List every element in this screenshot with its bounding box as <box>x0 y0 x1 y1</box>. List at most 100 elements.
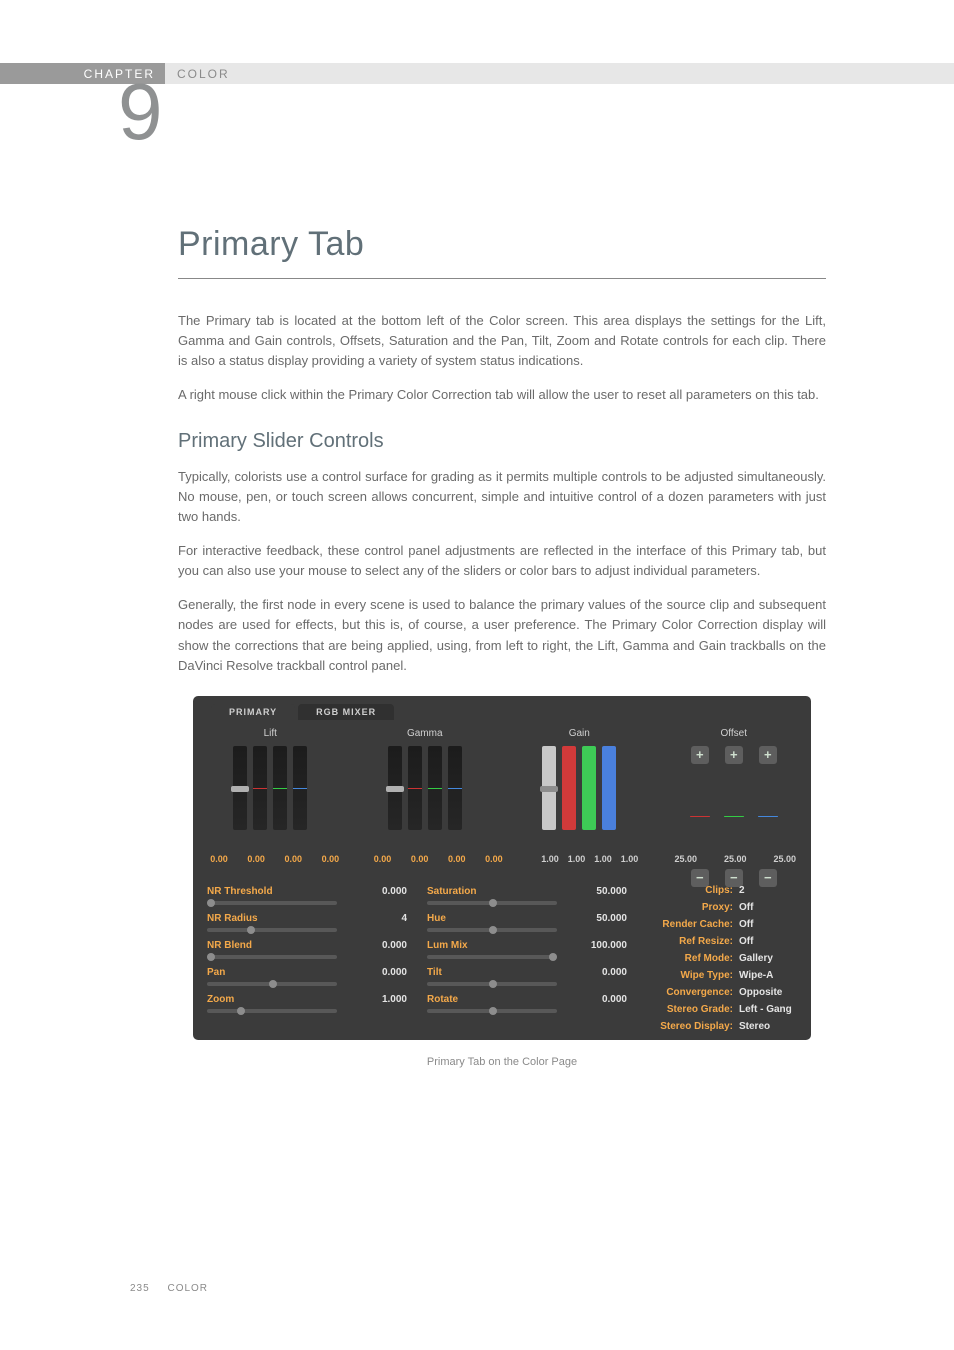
offset-g-plus[interactable]: + <box>725 746 743 764</box>
lift-slider-r[interactable] <box>253 746 267 830</box>
status-label: Clips: <box>705 882 733 899</box>
gain-v1: 1.00 <box>568 854 586 864</box>
gain-slider-g[interactable] <box>582 746 596 830</box>
offset-values: 25.00 25.00 25.00 <box>660 854 812 864</box>
nr-blend-slider[interactable] <box>207 955 337 959</box>
value-row: 0.00 0.00 0.00 0.00 0.00 0.00 0.00 0.00 … <box>193 854 811 864</box>
param-label: Lum Mix <box>427 940 517 951</box>
saturation-slider[interactable] <box>427 901 557 905</box>
zoom-slider[interactable] <box>207 1009 337 1013</box>
status-label: Ref Mode: <box>685 950 733 967</box>
gain-v0: 1.00 <box>541 854 559 864</box>
status-panel: Clips: 2 Proxy: Off Render Cache: Off Ref R… <box>621 882 793 1035</box>
offset-r-plus[interactable]: + <box>691 746 709 764</box>
offset-v1: 25.00 <box>724 854 747 864</box>
param-value: 0.000 <box>359 940 407 951</box>
body-paragraph: Generally, the first node in every scene… <box>178 595 826 676</box>
pan-slider[interactable] <box>207 982 337 986</box>
status-value: 2 <box>739 882 793 899</box>
param-label: Pan <box>207 967 297 978</box>
gain-v2: 1.00 <box>594 854 612 864</box>
gain-slider-y[interactable] <box>542 746 556 830</box>
gamma-v1: 0.00 <box>411 854 429 864</box>
param-value: 0.000 <box>359 967 407 978</box>
status-value: Stereo <box>739 1018 793 1035</box>
status-value: Off <box>739 899 793 916</box>
lift-v3: 0.00 <box>322 854 340 864</box>
status-label: Render Cache: <box>662 916 733 933</box>
primary-tab-screenshot: PRIMARY RGB MIXER Lift Gamma Gain Offset <box>193 696 811 1040</box>
lift-slider-g[interactable] <box>273 746 287 830</box>
param-value: 0.000 <box>579 967 627 978</box>
offset-v2: 25.00 <box>773 854 796 864</box>
status-value: Off <box>739 933 793 950</box>
col-header-gain: Gain <box>502 728 657 739</box>
chapter-number: 9 <box>118 72 163 152</box>
gain-slider-b[interactable] <box>602 746 616 830</box>
page-number: 235 <box>130 1283 150 1294</box>
offset-g-line <box>724 816 744 817</box>
param-label: NR Radius <box>207 913 297 924</box>
lift-v0: 0.00 <box>210 854 228 864</box>
nr-threshold-slider[interactable] <box>207 901 337 905</box>
tab-primary[interactable]: PRIMARY <box>211 704 295 720</box>
status-value: Gallery <box>739 950 793 967</box>
page-title: Primary Tab <box>178 225 826 279</box>
parameter-sliders: NR Threshold 0.000 Saturation 50.000 NR Ra… <box>207 882 637 1017</box>
nr-radius-slider[interactable] <box>207 928 337 932</box>
lum-mix-slider[interactable] <box>427 955 557 959</box>
param-label: NR Blend <box>207 940 297 951</box>
lift-slider-b[interactable] <box>293 746 307 830</box>
gain-sliders <box>502 746 657 856</box>
gain-values: 1.00 1.00 1.00 1.00 <box>520 854 660 864</box>
body-paragraph: Typically, colorists use a control surfa… <box>178 467 826 527</box>
gamma-slider-b[interactable] <box>448 746 462 830</box>
gamma-slider-r[interactable] <box>408 746 422 830</box>
status-label: Proxy: <box>702 899 733 916</box>
figure-caption: Primary Tab on the Color Page <box>178 1056 826 1068</box>
param-label: NR Threshold <box>207 886 297 897</box>
tab-rgb-mixer[interactable]: RGB MIXER <box>298 704 394 720</box>
body-paragraph: The Primary tab is located at the bottom… <box>178 311 826 371</box>
offset-b-plus[interactable]: + <box>759 746 777 764</box>
section-name: COLOR <box>177 67 230 81</box>
col-header-lift: Lift <box>193 728 348 739</box>
vertical-slider-row: + − + − + − <box>193 746 811 856</box>
col-header-offset: Offset <box>657 728 812 739</box>
gamma-v0: 0.00 <box>374 854 392 864</box>
lift-values: 0.00 0.00 0.00 0.00 <box>193 854 357 864</box>
lift-slider-y[interactable] <box>233 746 247 830</box>
status-label: Wipe Type: <box>680 967 733 984</box>
status-value: Opposite <box>739 984 793 1001</box>
param-label: Rotate <box>427 994 517 1005</box>
tab-strip: PRIMARY RGB MIXER <box>211 704 397 720</box>
gamma-slider-y[interactable] <box>388 746 402 830</box>
status-value: Wipe-A <box>739 967 793 984</box>
param-label: Zoom <box>207 994 297 1005</box>
lift-v2: 0.00 <box>285 854 303 864</box>
column-headers: Lift Gamma Gain Offset <box>193 728 811 739</box>
gamma-v3: 0.00 <box>485 854 503 864</box>
col-header-gamma: Gamma <box>348 728 503 739</box>
gain-v3: 1.00 <box>621 854 639 864</box>
content-column: Primary Tab The Primary tab is located a… <box>178 225 826 1068</box>
gamma-slider-g[interactable] <box>428 746 442 830</box>
gamma-values: 0.00 0.00 0.00 0.00 <box>357 854 521 864</box>
offset-r-line <box>690 816 710 817</box>
lift-v1: 0.00 <box>247 854 265 864</box>
param-value: 0.000 <box>359 886 407 897</box>
rotate-slider[interactable] <box>427 1009 557 1013</box>
tilt-slider[interactable] <box>427 982 557 986</box>
gamma-v2: 0.00 <box>448 854 466 864</box>
body-paragraph: A right mouse click within the Primary C… <box>178 385 826 405</box>
gain-slider-r[interactable] <box>562 746 576 830</box>
param-value: 1.000 <box>359 994 407 1005</box>
lift-sliders <box>193 746 348 856</box>
param-value: 4 <box>359 913 407 924</box>
body-paragraph: For interactive feedback, these control … <box>178 541 826 581</box>
offset-v0: 25.00 <box>674 854 697 864</box>
hue-slider[interactable] <box>427 928 557 932</box>
status-label: Ref Resize: <box>679 933 733 950</box>
param-label: Saturation <box>427 886 517 897</box>
param-value: 50.000 <box>579 913 627 924</box>
